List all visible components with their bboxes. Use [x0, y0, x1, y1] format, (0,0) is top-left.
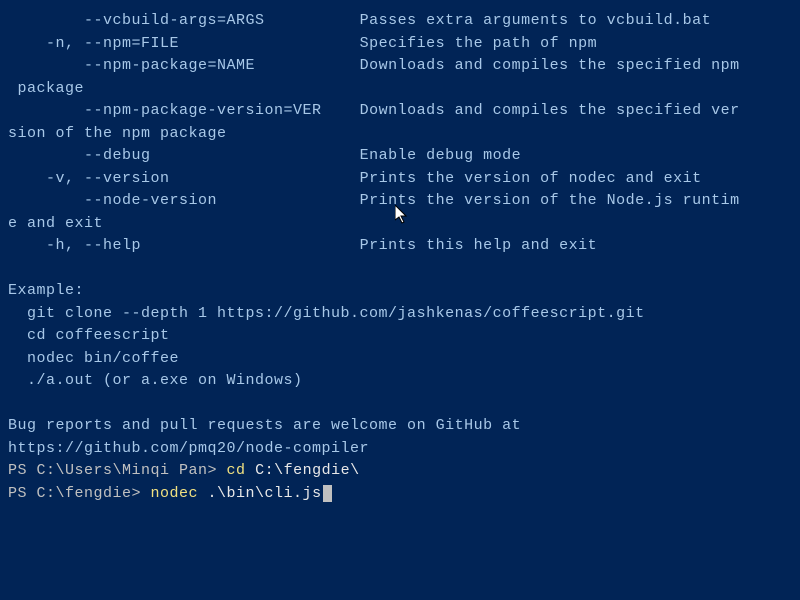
- footer-line: Bug reports and pull requests are welcom…: [8, 415, 792, 438]
- option-desc: Downloads and compiles the specified ver: [360, 102, 740, 119]
- option-flags: -v, --version: [8, 170, 170, 187]
- ps-prompt: PS C:\Users\Minqi Pan>: [8, 462, 227, 479]
- command-verb: cd: [227, 462, 256, 479]
- option-cont: e and exit: [8, 213, 792, 236]
- option-desc: Specifies the path of npm: [360, 35, 598, 52]
- option-desc: Enable debug mode: [360, 147, 522, 164]
- example-line: ./a.out (or a.exe on Windows): [8, 370, 792, 393]
- prompt-line[interactable]: PS C:\fengdie> nodec .\bin\cli.js: [8, 483, 792, 506]
- option-row: -h, --help Prints this help and exit: [8, 235, 792, 258]
- option-flags: -n, --npm=FILE: [8, 35, 179, 52]
- footer-line: https://github.com/pmq20/node-compiler: [8, 438, 792, 461]
- option-row: --node-version Prints the version of the…: [8, 190, 792, 213]
- option-flags: --debug: [8, 147, 151, 164]
- command-arg: .\bin\cli.js: [208, 485, 322, 502]
- ps-prompt: PS C:\fengdie>: [8, 485, 151, 502]
- example-line: git clone --depth 1 https://github.com/j…: [8, 303, 792, 326]
- command-arg: C:\fengdie\: [255, 462, 360, 479]
- option-row: -v, --version Prints the version of node…: [8, 168, 792, 191]
- option-row: --debug Enable debug mode: [8, 145, 792, 168]
- option-desc: Prints the version of nodec and exit: [360, 170, 702, 187]
- example-line: nodec bin/coffee: [8, 348, 792, 371]
- option-row: --npm-package=NAME Downloads and compile…: [8, 55, 792, 78]
- blank-line: [8, 258, 792, 281]
- option-desc: Downloads and compiles the specified npm: [360, 57, 740, 74]
- option-row: --vcbuild-args=ARGS Passes extra argumen…: [8, 10, 792, 33]
- option-cont: sion of the npm package: [8, 123, 792, 146]
- option-cont: package: [8, 78, 792, 101]
- option-desc: Passes extra arguments to vcbuild.bat: [360, 12, 712, 29]
- command-verb: nodec: [151, 485, 208, 502]
- option-desc: Prints this help and exit: [360, 237, 598, 254]
- example-heading: Example:: [8, 280, 792, 303]
- option-flags: --npm-package=NAME: [8, 57, 255, 74]
- option-flags: -h, --help: [8, 237, 141, 254]
- option-row: -n, --npm=FILE Specifies the path of npm: [8, 33, 792, 56]
- option-flags: --node-version: [8, 192, 217, 209]
- terminal-output[interactable]: --vcbuild-args=ARGS Passes extra argumen…: [8, 10, 792, 505]
- example-line: cd coffeescript: [8, 325, 792, 348]
- option-row: --npm-package-version=VER Downloads and …: [8, 100, 792, 123]
- text-cursor: [323, 485, 332, 502]
- option-desc: Prints the version of the Node.js runtim: [360, 192, 740, 209]
- prompt-line: PS C:\Users\Minqi Pan> cd C:\fengdie\: [8, 460, 792, 483]
- option-flags: --npm-package-version=VER: [8, 102, 322, 119]
- option-flags: --vcbuild-args=ARGS: [8, 12, 265, 29]
- blank-line: [8, 393, 792, 416]
